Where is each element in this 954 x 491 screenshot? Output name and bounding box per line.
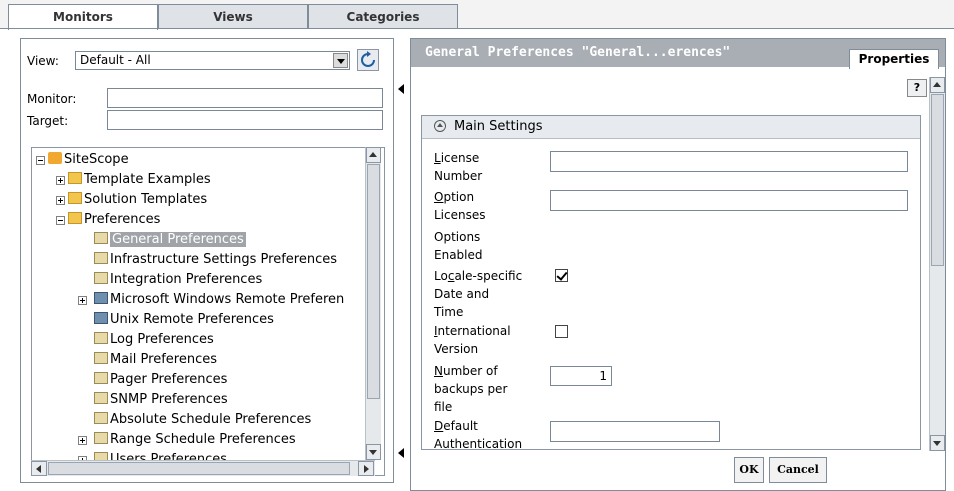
refresh-icon (361, 51, 375, 67)
scroll-thumb[interactable] (931, 94, 944, 266)
preferences-icon (94, 372, 108, 384)
preferences-icon (94, 432, 108, 444)
tree-item-windows-remote-preferences[interactable]: Microsoft Windows Remote Preferen (94, 291, 344, 309)
top-tab-bar: Monitors Views Categories (0, 0, 954, 30)
properties-vertical-scrollbar[interactable] (929, 77, 945, 451)
expand-icon[interactable] (78, 296, 87, 305)
preferences-icon (94, 412, 108, 424)
tree-item-absolute-schedule-preferences[interactable]: Absolute Schedule Preferences (94, 411, 311, 429)
tree-vertical-scrollbar[interactable] (365, 147, 381, 460)
preferences-icon (94, 392, 108, 404)
expand-icon[interactable] (56, 176, 65, 185)
tree-item-pager-preferences[interactable]: Pager Preferences (94, 371, 227, 389)
scroll-down-arrow-icon[interactable] (366, 444, 381, 460)
properties-panel: General Preferences "General...erences" … (410, 38, 946, 491)
target-filter-input[interactable] (107, 110, 383, 130)
tree-item-integration-preferences[interactable]: Integration Preferences (94, 271, 262, 289)
license-number-input[interactable] (550, 151, 908, 172)
tree-item-log-preferences[interactable]: Log Preferences (94, 331, 214, 349)
collapse-icon[interactable] (36, 156, 45, 165)
tree-item-snmp-preferences[interactable]: SNMP Preferences (94, 391, 228, 409)
preferences-icon (94, 332, 108, 344)
ok-button[interactable]: OK (734, 457, 764, 483)
tree-item-sitescope[interactable]: SiteScope (48, 151, 129, 169)
option-licenses-input[interactable] (550, 190, 908, 211)
page-title: General Preferences "General...erences" (425, 45, 731, 60)
locale-specific-label: Locale-specific Date and Time (434, 269, 523, 319)
folder-icon (68, 192, 82, 204)
default-authentication-label: Default Authentication (434, 419, 523, 450)
tab-views[interactable]: Views (158, 4, 308, 28)
view-select[interactable]: Default - All (75, 51, 350, 70)
expand-icon[interactable] (56, 196, 65, 205)
scroll-right-arrow-icon[interactable] (358, 461, 374, 476)
monitor-filter-input[interactable] (107, 88, 383, 108)
number-of-backups-input[interactable]: 1 (550, 366, 612, 386)
tree-item-template-examples[interactable]: Template Examples (68, 171, 211, 189)
help-icon: ? (913, 81, 921, 94)
cancel-button[interactable]: Cancel (769, 457, 827, 483)
tree-item-general-preferences[interactable]: General Preferences (94, 231, 246, 249)
monitor-tree-panel: View: Default - All Monitor: Target: Sit… (20, 38, 394, 483)
number-of-backups-label: Number of backups per file (434, 364, 508, 414)
tab-monitors[interactable]: Monitors (8, 4, 158, 30)
scroll-thumb[interactable] (48, 462, 350, 475)
locale-specific-checkbox[interactable] (555, 269, 568, 282)
tree-item-range-schedule-preferences[interactable]: Range Schedule Preferences (94, 431, 296, 449)
refresh-button[interactable] (357, 49, 379, 71)
chevron-down-icon[interactable] (333, 53, 348, 68)
tree-item-mail-preferences[interactable]: Mail Preferences (94, 351, 217, 369)
options-enabled-label: Options Enabled (434, 230, 483, 262)
scroll-down-arrow-icon[interactable] (930, 435, 945, 451)
main-settings-header[interactable]: Main Settings (422, 116, 920, 139)
scroll-up-arrow-icon[interactable] (930, 77, 945, 93)
option-licenses-label: Option Licenses (434, 190, 486, 222)
tree-horizontal-scrollbar[interactable] (31, 460, 375, 476)
license-number-label: License Number (434, 151, 483, 183)
target-label: Target: (27, 114, 69, 128)
collapse-section-icon[interactable] (434, 120, 446, 132)
tree-item-preferences[interactable]: Preferences (68, 211, 160, 229)
scroll-thumb[interactable] (367, 164, 380, 399)
default-authentication-input[interactable] (550, 421, 720, 442)
tree-item-unix-remote-preferences[interactable]: Unix Remote Preferences (94, 311, 274, 329)
preferences-icon (94, 232, 108, 244)
expand-icon[interactable] (78, 436, 87, 445)
international-version-checkbox[interactable] (555, 325, 568, 338)
sitescope-icon (48, 152, 62, 164)
help-button[interactable]: ? (907, 79, 927, 97)
monitor-icon (94, 312, 108, 324)
tab-categories[interactable]: Categories (308, 4, 458, 28)
folder-icon (68, 172, 82, 184)
scroll-up-arrow-icon[interactable] (366, 147, 381, 163)
view-select-value: Default - All (80, 53, 151, 67)
international-version-label: International Version (434, 324, 511, 356)
collapse-left-arrow-icon[interactable] (398, 448, 404, 458)
monitor-tree: SiteScope Template Examples Solution Tem… (31, 147, 385, 476)
folder-icon (68, 212, 82, 224)
tab-bar-divider (0, 28, 954, 29)
preferences-icon (94, 272, 108, 284)
collapse-left-arrow-icon[interactable] (398, 84, 404, 94)
preferences-icon (94, 252, 108, 264)
collapse-icon[interactable] (56, 216, 65, 225)
preferences-icon (94, 352, 108, 364)
scroll-left-arrow-icon[interactable] (31, 461, 47, 476)
main-settings-title: Main Settings (454, 119, 543, 134)
properties-header: General Preferences "General...erences" … (411, 39, 945, 69)
monitor-label: Monitor: (27, 92, 77, 106)
tree-item-solution-templates[interactable]: Solution Templates (68, 191, 207, 209)
main-settings-section: Main Settings License Number Option Licens… (421, 115, 921, 450)
view-label: View: (27, 54, 59, 68)
tree-item-infrastructure-settings-preferences[interactable]: Infrastructure Settings Preferences (94, 251, 337, 269)
tab-properties[interactable]: Properties (849, 49, 939, 69)
monitor-icon (94, 292, 108, 304)
